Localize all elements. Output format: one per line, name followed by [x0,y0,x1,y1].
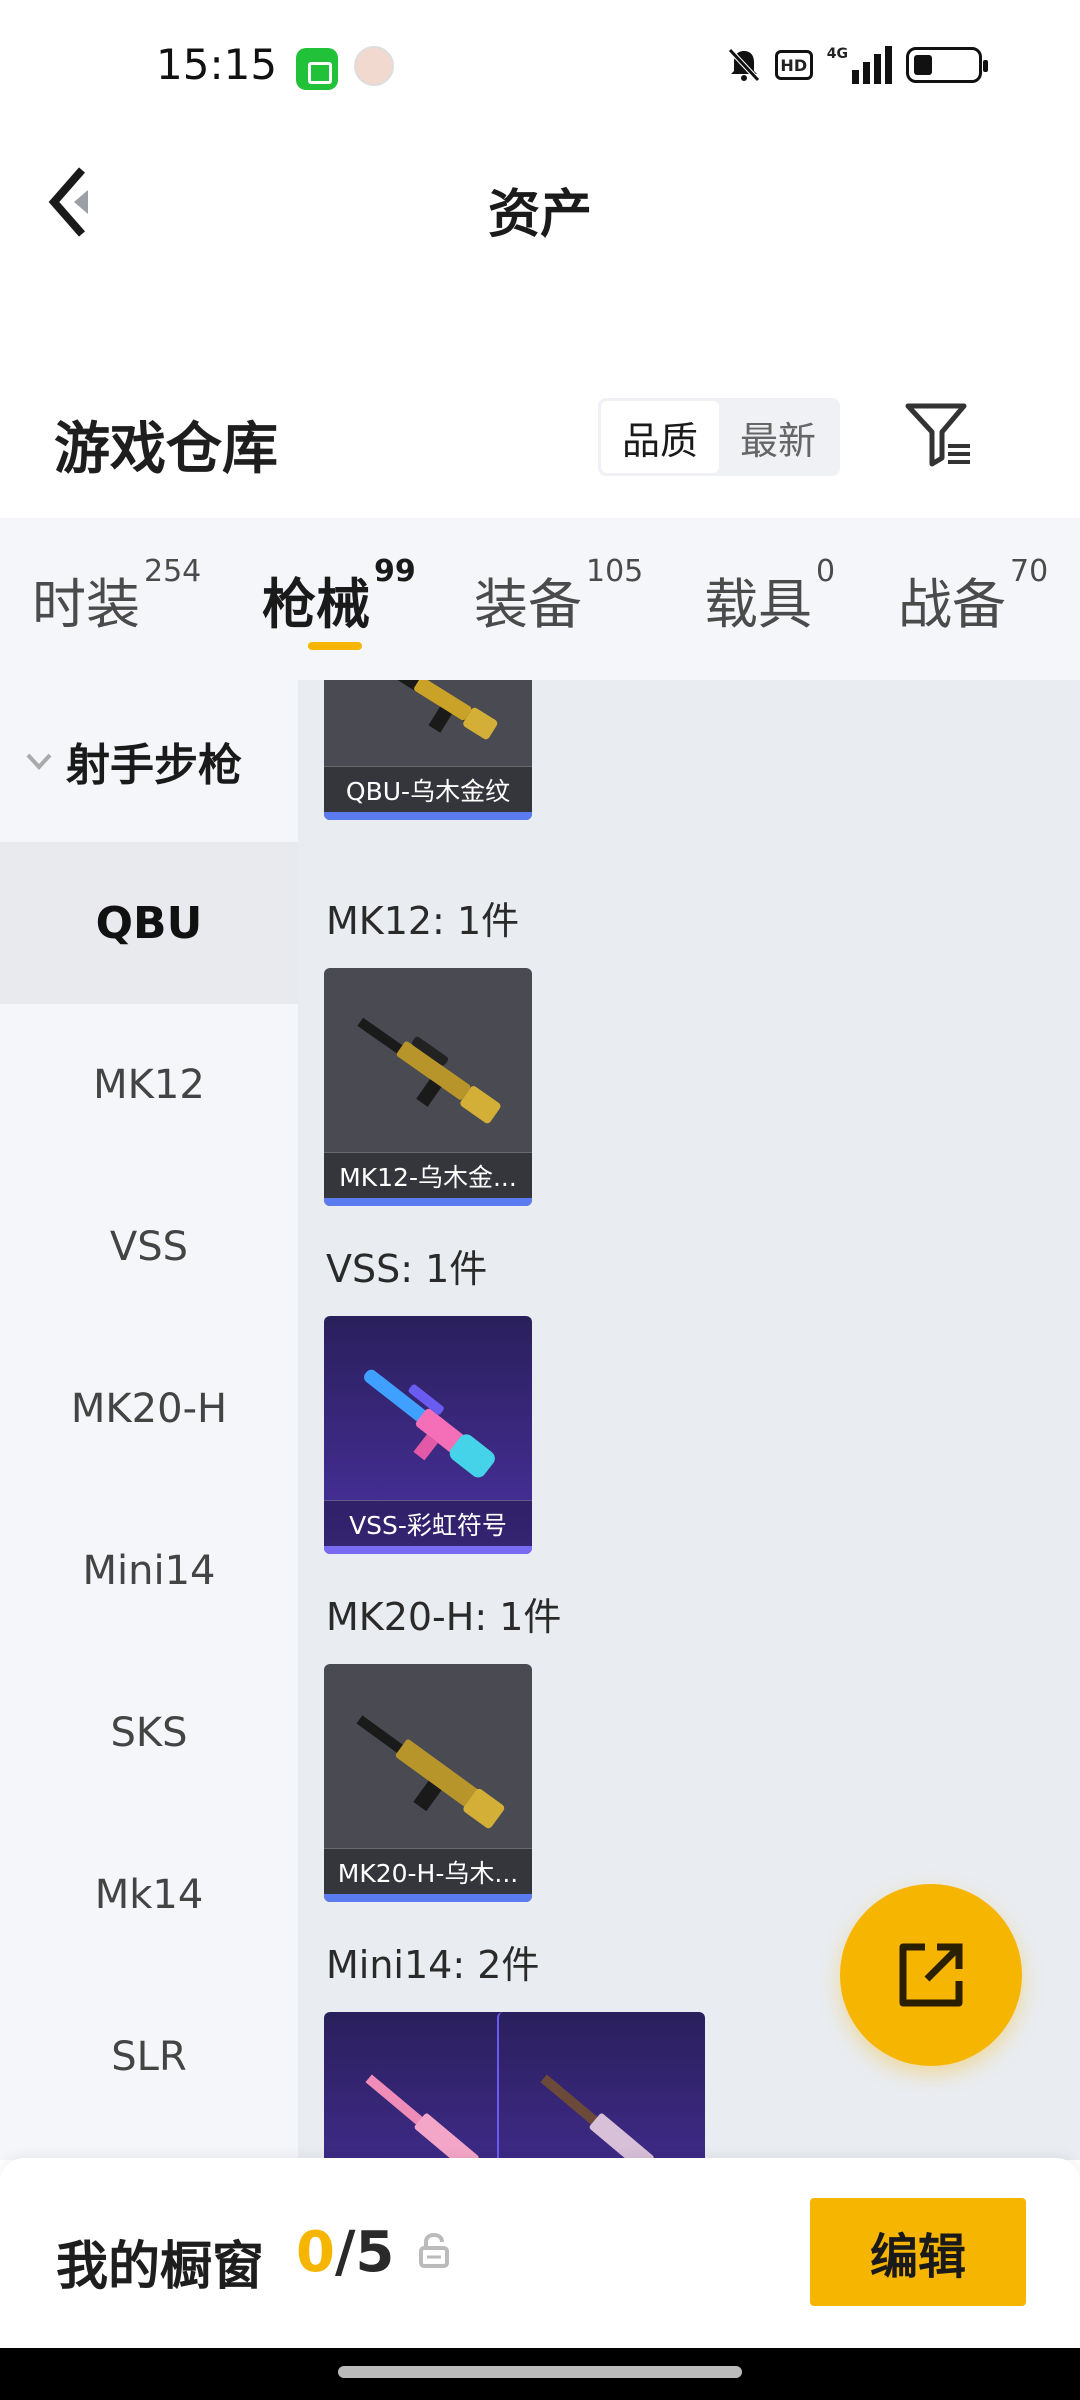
sidebar-item-mk12[interactable]: MK12 [0,1004,298,1166]
weapon-sidebar: 射手步枪 QBU MK12 VSS MK20-H Mini14 SKS Mk14… [0,680,298,2160]
showcase-label: 我的橱窗 [56,2237,265,2297]
battery-icon [906,47,988,83]
home-indicator[interactable] [338,2366,742,2378]
tab-label: 枪械 [262,573,370,636]
tab-count: 105 [586,554,644,589]
skin-card-mk12[interactable]: MK12-乌木金... [324,968,532,1206]
group-label-vss: VSS: 1件 [326,1247,488,1291]
skin-card-mini14-2[interactable] [497,2012,705,2160]
tab-firearms[interactable]: 枪械99 [262,554,416,639]
sidebar-item-sks[interactable]: SKS [0,1652,298,1814]
share-button[interactable] [840,1884,1022,2066]
share-icon [899,1943,963,2007]
tab-count: 99 [374,554,416,589]
showcase-separator: / [334,2220,356,2285]
showcase-count: 0/5 [296,2220,394,2285]
rarity-bar [324,1198,532,1206]
sidebar-group-marksman[interactable]: 射手步枪 [0,680,298,842]
skin-caption: VSS-彩虹符号 [324,1500,532,1546]
system-nav-bar [0,2348,1080,2400]
avatar-notification-icon [354,46,394,86]
page-title: 资产 [487,185,592,245]
signal-icon [852,46,892,84]
status-bar: 15:15 HD 4G [0,0,1080,130]
mute-bell-icon [727,48,760,82]
group-label-mk12: MK12: 1件 [326,899,520,943]
tab-vehicles[interactable]: 载具0 [704,554,835,639]
tab-label: 战备 [898,573,1006,636]
sidebar-group-label: 射手步枪 [66,740,242,791]
network-type: 4G [826,46,848,62]
skin-caption: MK12-乌木金... [324,1152,532,1198]
tab-count: 70 [1010,554,1049,589]
skin-caption: MK20-H-乌木... [324,1848,532,1894]
skin-caption: QBU-乌木金纹 [324,766,532,812]
filter-icon[interactable] [904,400,974,470]
sidebar-item-slr[interactable]: SLR [0,1976,298,2138]
status-time: 15:15 [156,40,278,89]
skin-card-mk20h[interactable]: MK20-H-乌木... [324,1664,532,1902]
tab-count: 254 [144,554,202,589]
category-tabs: 时装254 枪械99 装备105 载具0 战备70 [0,518,1080,680]
tab-label: 时装 [32,573,140,636]
showcase-bar: 我的橱窗 0/5 编辑 [0,2158,1080,2348]
sort-quality-button[interactable]: 品质 [601,401,719,473]
showcase-current: 0 [296,2220,335,2285]
sort-toggle: 品质 最新 [598,398,840,476]
tab-equipment[interactable]: 装备105 [474,554,643,639]
lock-icon [419,2232,449,2268]
hd-icon: HD [774,50,813,80]
rarity-bar [324,812,532,820]
showcase-total: 5 [355,2220,395,2285]
skin-card-qbu[interactable]: QBU-乌木金纹 [324,680,532,820]
group-label-mini14: Mini14: 2件 [326,1943,540,1987]
chevron-down-icon [26,753,52,770]
sidebar-item-vss[interactable]: VSS [0,1166,298,1328]
edit-button[interactable]: 编辑 [810,2198,1026,2306]
sidebar-item-mini14[interactable]: Mini14 [0,1490,298,1652]
sort-newest-button[interactable]: 最新 [719,401,837,473]
sidebar-item-mk14[interactable]: Mk14 [0,1814,298,1976]
group-label-mk20h: MK20-H: 1件 [326,1595,562,1639]
skin-card-vss[interactable]: VSS-彩虹符号 [324,1316,532,1554]
sidebar-item-qbu[interactable]: QBU [0,842,298,1004]
rarity-bar [324,1546,532,1554]
tab-supplies[interactable]: 战备70 [898,554,1048,639]
sidebar-item-mk20h[interactable]: MK20-H [0,1328,298,1490]
rarity-bar [324,1894,532,1902]
tab-count: 0 [816,554,836,589]
status-icons: HD 4G [727,46,988,84]
tab-label: 载具 [704,573,812,636]
tab-fashion[interactable]: 时装254 [32,554,201,639]
warehouse-title: 游戏仓库 [54,417,278,482]
active-tab-indicator [308,642,362,650]
app-notification-icon [296,48,338,90]
tab-label: 装备 [474,573,582,636]
rifle-image [540,2074,670,2160]
